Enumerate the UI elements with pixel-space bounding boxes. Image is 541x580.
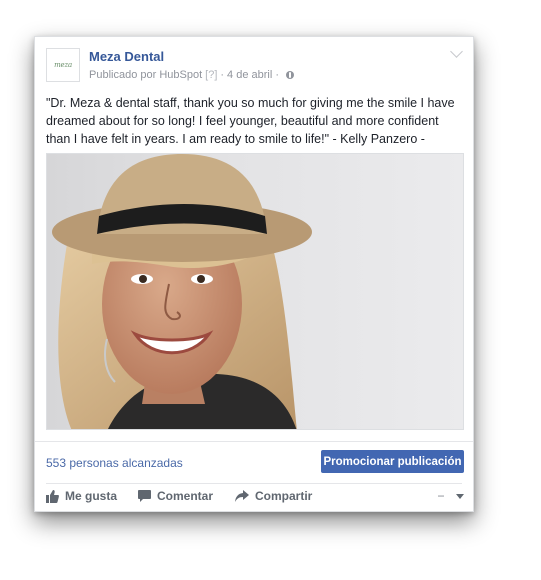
meta-separator: ·	[220, 69, 225, 81]
comment-button[interactable]: Comentar	[138, 489, 213, 503]
share-icon	[235, 490, 249, 502]
like-label: Me gusta	[65, 489, 118, 503]
share-button[interactable]: Compartir	[235, 489, 312, 503]
page-name-link[interactable]: Meza Dental	[89, 49, 164, 64]
photo-illustration	[52, 154, 312, 429]
like-button[interactable]: Me gusta	[46, 489, 117, 503]
page-mini-avatar-icon: ▬	[438, 493, 444, 499]
comment-icon	[138, 490, 151, 502]
page-avatar[interactable]: meza	[46, 48, 80, 82]
reach-count[interactable]: 553 personas alcanzadas	[46, 456, 183, 470]
avatar-logo: meza	[54, 61, 72, 69]
post-text: "Dr. Meza & dental staff, thank you so m…	[46, 96, 455, 146]
dropdown-arrow-icon	[456, 493, 464, 499]
help-marker[interactable]: [?]	[205, 69, 217, 81]
post-actions: Me gusta Comentar Compartir ▬	[46, 489, 464, 509]
promote-post-button[interactable]: Promocionar publicación	[321, 450, 464, 473]
post-meta: Publicado por HubSpot [?] · 4 de abril ·	[89, 69, 294, 81]
facebook-post-card: meza Meza Dental Publicado por HubSpot […	[34, 36, 474, 512]
thumbs-up-icon	[46, 489, 59, 503]
audience-selector[interactable]: ▬	[438, 491, 464, 501]
divider	[35, 441, 473, 442]
globe-icon	[285, 71, 294, 79]
share-label: Compartir	[255, 489, 313, 503]
post-date[interactable]: 4 de abril	[227, 69, 272, 81]
divider	[46, 483, 462, 484]
meta-separator-2: ·	[275, 69, 279, 81]
post-photo[interactable]	[46, 153, 464, 430]
published-by: Publicado por HubSpot	[89, 69, 203, 81]
chevron-down-icon[interactable]	[450, 45, 463, 58]
comment-label: Comentar	[157, 489, 214, 503]
